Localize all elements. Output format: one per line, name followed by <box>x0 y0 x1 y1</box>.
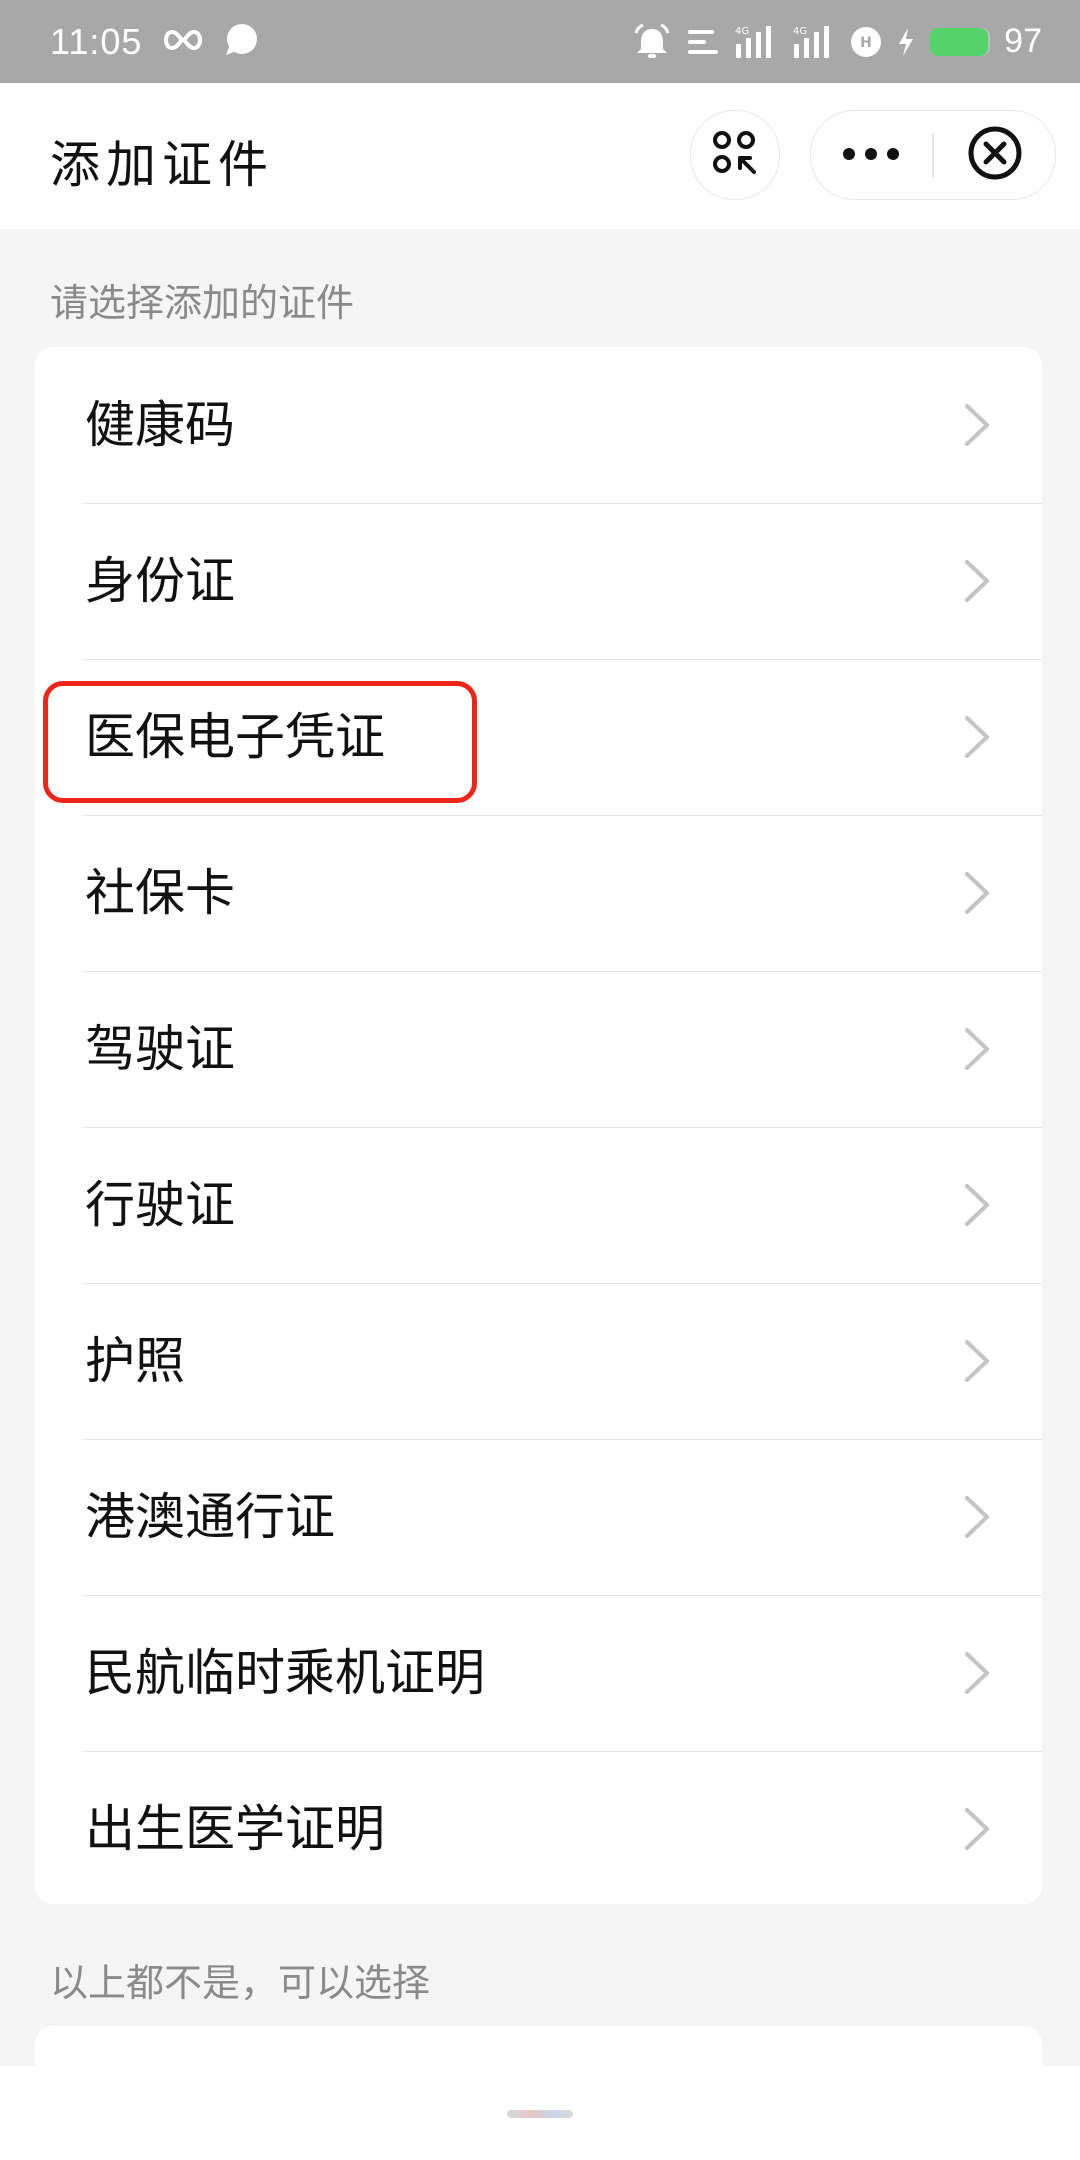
item-label: 港澳通行证 <box>85 1488 335 1546</box>
home-indicator[interactable] <box>507 2110 573 2118</box>
certificate-list: 健康码身份证医保电子凭证 社保卡驾驶证行驶证护照港澳通行证民航临时乘机证明 出生医学… <box>35 347 1042 1904</box>
item-label: 出生医学证明 <box>85 1800 385 1858</box>
hd-label: H <box>860 35 872 51</box>
scan-icon <box>712 130 758 180</box>
chevron-right-icon <box>962 1026 992 1072</box>
item-label: 身份证 <box>85 552 235 610</box>
chevron-right-icon <box>962 870 992 916</box>
notification-lines-icon <box>686 27 720 57</box>
item-label: 驾驶证 <box>85 1020 235 1078</box>
list-item[interactable]: 民航临时乘机证明 <box>35 1595 1042 1751</box>
chevron-right-icon <box>962 558 992 604</box>
list-item[interactable]: 健康码 <box>35 347 1042 503</box>
list-item[interactable]: 医保电子凭证 <box>35 659 1042 815</box>
page-title: 添加证件 <box>50 136 274 194</box>
item-label: 民航临时乘机证明 <box>85 1644 485 1702</box>
chevron-right-icon <box>962 402 992 448</box>
menu-capsule <box>810 110 1056 200</box>
list-item[interactable]: 驾驶证 <box>35 971 1042 1127</box>
item-label: 社保卡 <box>85 864 235 922</box>
status-left: 11:05 <box>50 0 260 83</box>
network-label: 4G <box>793 26 807 37</box>
section-title: 请选择添加的证件 <box>50 281 355 325</box>
chevron-right-icon <box>962 1182 992 1228</box>
chevron-right-icon <box>962 714 992 760</box>
signal-4g-icon: 4G <box>734 24 778 60</box>
network-label: 4G <box>735 26 749 37</box>
more-dots-icon <box>841 146 901 165</box>
list-item[interactable]: 身份证 <box>35 503 1042 659</box>
status-time: 11:05 <box>50 20 143 62</box>
status-bar: 11:05 4G 4G H 97 <box>0 0 1080 83</box>
chevron-right-icon <box>962 1338 992 1384</box>
battery-fill <box>930 27 989 56</box>
list-item[interactable]: 社保卡 <box>35 815 1042 971</box>
hd-icon: H <box>850 26 882 58</box>
scan-button[interactable] <box>690 110 780 200</box>
item-label: 护照 <box>85 1332 185 1390</box>
signal-4g-icon: 4G <box>792 24 836 60</box>
close-button[interactable] <box>935 111 1055 199</box>
chat-bubble-icon <box>224 23 260 61</box>
battery-icon <box>930 27 991 56</box>
list-item[interactable]: 出生医学证明 <box>35 1751 1042 1904</box>
chevron-right-icon <box>962 1806 992 1852</box>
chevron-right-icon <box>962 1650 992 1696</box>
charging-icon <box>896 26 916 58</box>
item-label: 行驶证 <box>85 1176 235 1234</box>
more-button[interactable] <box>811 111 931 199</box>
item-label: 健康码 <box>85 396 235 454</box>
item-label: 医保电子凭证 <box>85 708 385 766</box>
list-item[interactable]: 港澳通行证 <box>35 1439 1042 1595</box>
chevron-right-icon <box>962 1494 992 1540</box>
capsule-divider <box>932 133 934 177</box>
list-item[interactable]: 行驶证 <box>35 1127 1042 1283</box>
status-right: 4G 4G H 97 <box>632 0 1042 83</box>
other-section-title: 以上都不是，可以选择 <box>50 1961 431 2005</box>
list-item[interactable]: 护照 <box>35 1283 1042 1439</box>
battery-text: 97 <box>1004 22 1042 60</box>
close-circle-icon <box>967 125 1023 185</box>
infinity-icon <box>160 26 206 58</box>
header: 添加证件 <box>0 83 1080 229</box>
alarm-icon <box>632 23 672 61</box>
other-options-card <box>35 2026 1042 2066</box>
